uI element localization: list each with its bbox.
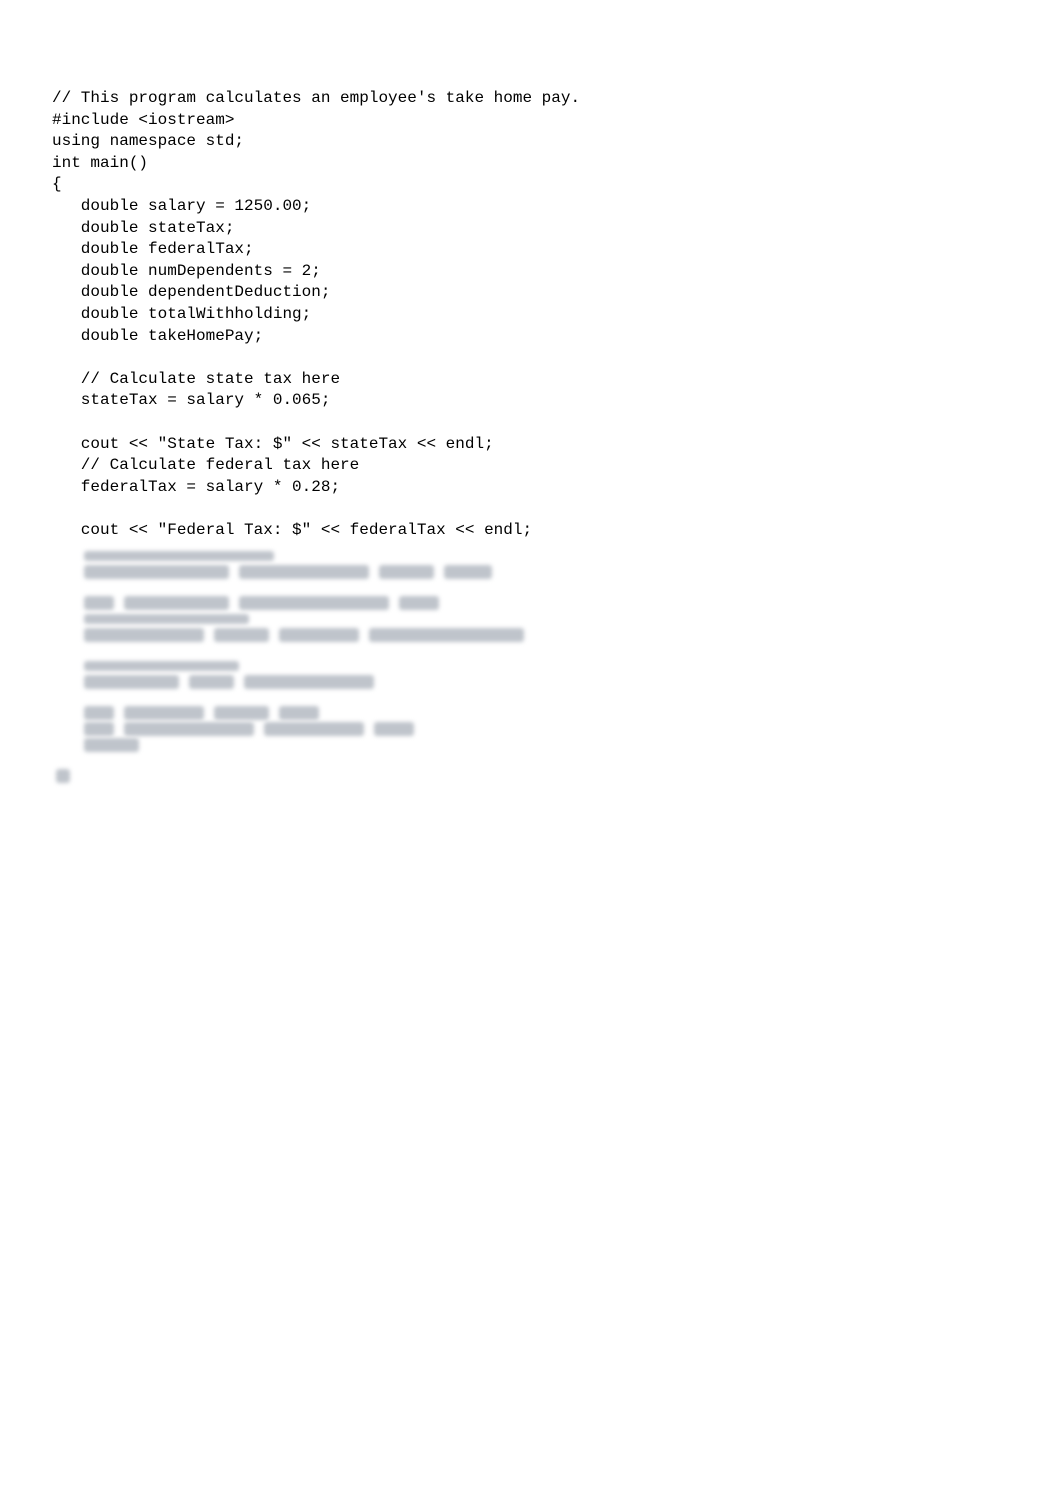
redacted-bar bbox=[84, 596, 114, 610]
redacted-bar bbox=[279, 628, 359, 642]
redacted-bar bbox=[214, 628, 269, 642]
redacted-bar bbox=[124, 596, 229, 610]
code-line: double takeHomePay; bbox=[52, 327, 263, 345]
code-block: // This program calculates an employee's… bbox=[52, 88, 1010, 541]
code-line: double dependentDeduction; bbox=[52, 283, 330, 301]
redacted-line bbox=[84, 628, 1010, 641]
redacted-bar bbox=[84, 661, 239, 671]
code-line: double totalWithholding; bbox=[52, 305, 311, 323]
redacted-bar bbox=[244, 675, 374, 689]
code-line: double numDependents = 2; bbox=[52, 262, 321, 280]
redacted-bar bbox=[264, 722, 364, 736]
redacted-line bbox=[84, 565, 1010, 578]
redacted-line bbox=[84, 738, 1010, 751]
redacted-line bbox=[84, 675, 1010, 688]
redacted-line bbox=[84, 549, 1010, 562]
code-line: cout << "State Tax: $" << stateTax << en… bbox=[52, 435, 494, 453]
redacted-bar bbox=[239, 565, 369, 579]
code-line: // Calculate federal tax here bbox=[52, 456, 359, 474]
redacted-line bbox=[84, 612, 1010, 625]
code-line: double stateTax; bbox=[52, 219, 234, 237]
code-line: int main() bbox=[52, 154, 148, 172]
code-line: stateTax = salary * 0.065; bbox=[52, 391, 330, 409]
redacted-bar bbox=[84, 628, 204, 642]
redacted-bar bbox=[84, 551, 274, 561]
redacted-group bbox=[84, 549, 1010, 578]
redacted-bar bbox=[124, 706, 204, 720]
redacted-line bbox=[56, 769, 1010, 782]
redacted-group bbox=[84, 706, 1010, 751]
redacted-line bbox=[84, 596, 1010, 609]
code-line: // Calculate state tax here bbox=[52, 370, 340, 388]
redacted-bar bbox=[84, 706, 114, 720]
code-line: { bbox=[52, 175, 62, 193]
redacted-bar bbox=[84, 614, 249, 624]
code-line: double federalTax; bbox=[52, 240, 254, 258]
redacted-bar bbox=[84, 722, 114, 736]
redacted-bar bbox=[374, 722, 414, 736]
redacted-line bbox=[84, 722, 1010, 735]
redacted-bar bbox=[444, 565, 492, 579]
redacted-bar bbox=[279, 706, 319, 720]
redacted-bar bbox=[214, 706, 269, 720]
code-line: federalTax = salary * 0.28; bbox=[52, 478, 340, 496]
redacted-bar bbox=[189, 675, 234, 689]
redacted-bar bbox=[379, 565, 434, 579]
redacted-bar bbox=[56, 769, 70, 783]
redacted-bar bbox=[399, 596, 439, 610]
redacted-bar bbox=[84, 565, 229, 579]
redacted-bar bbox=[239, 596, 389, 610]
redacted-line bbox=[84, 706, 1010, 719]
document-page: // This program calculates an employee's… bbox=[0, 0, 1062, 825]
code-line: // This program calculates an employee's… bbox=[52, 89, 580, 107]
redacted-bar bbox=[84, 675, 179, 689]
redacted-bar bbox=[369, 628, 524, 642]
redacted-group bbox=[84, 659, 1010, 688]
redacted-bar bbox=[84, 738, 139, 752]
redacted-bar bbox=[124, 722, 254, 736]
redacted-group bbox=[84, 596, 1010, 641]
redacted-line bbox=[84, 659, 1010, 672]
code-line: #include <iostream> bbox=[52, 111, 234, 129]
code-line: double salary = 1250.00; bbox=[52, 197, 311, 215]
redacted-region bbox=[84, 549, 1010, 782]
code-line: cout << "Federal Tax: $" << federalTax <… bbox=[52, 521, 532, 539]
code-line: using namespace std; bbox=[52, 132, 244, 150]
